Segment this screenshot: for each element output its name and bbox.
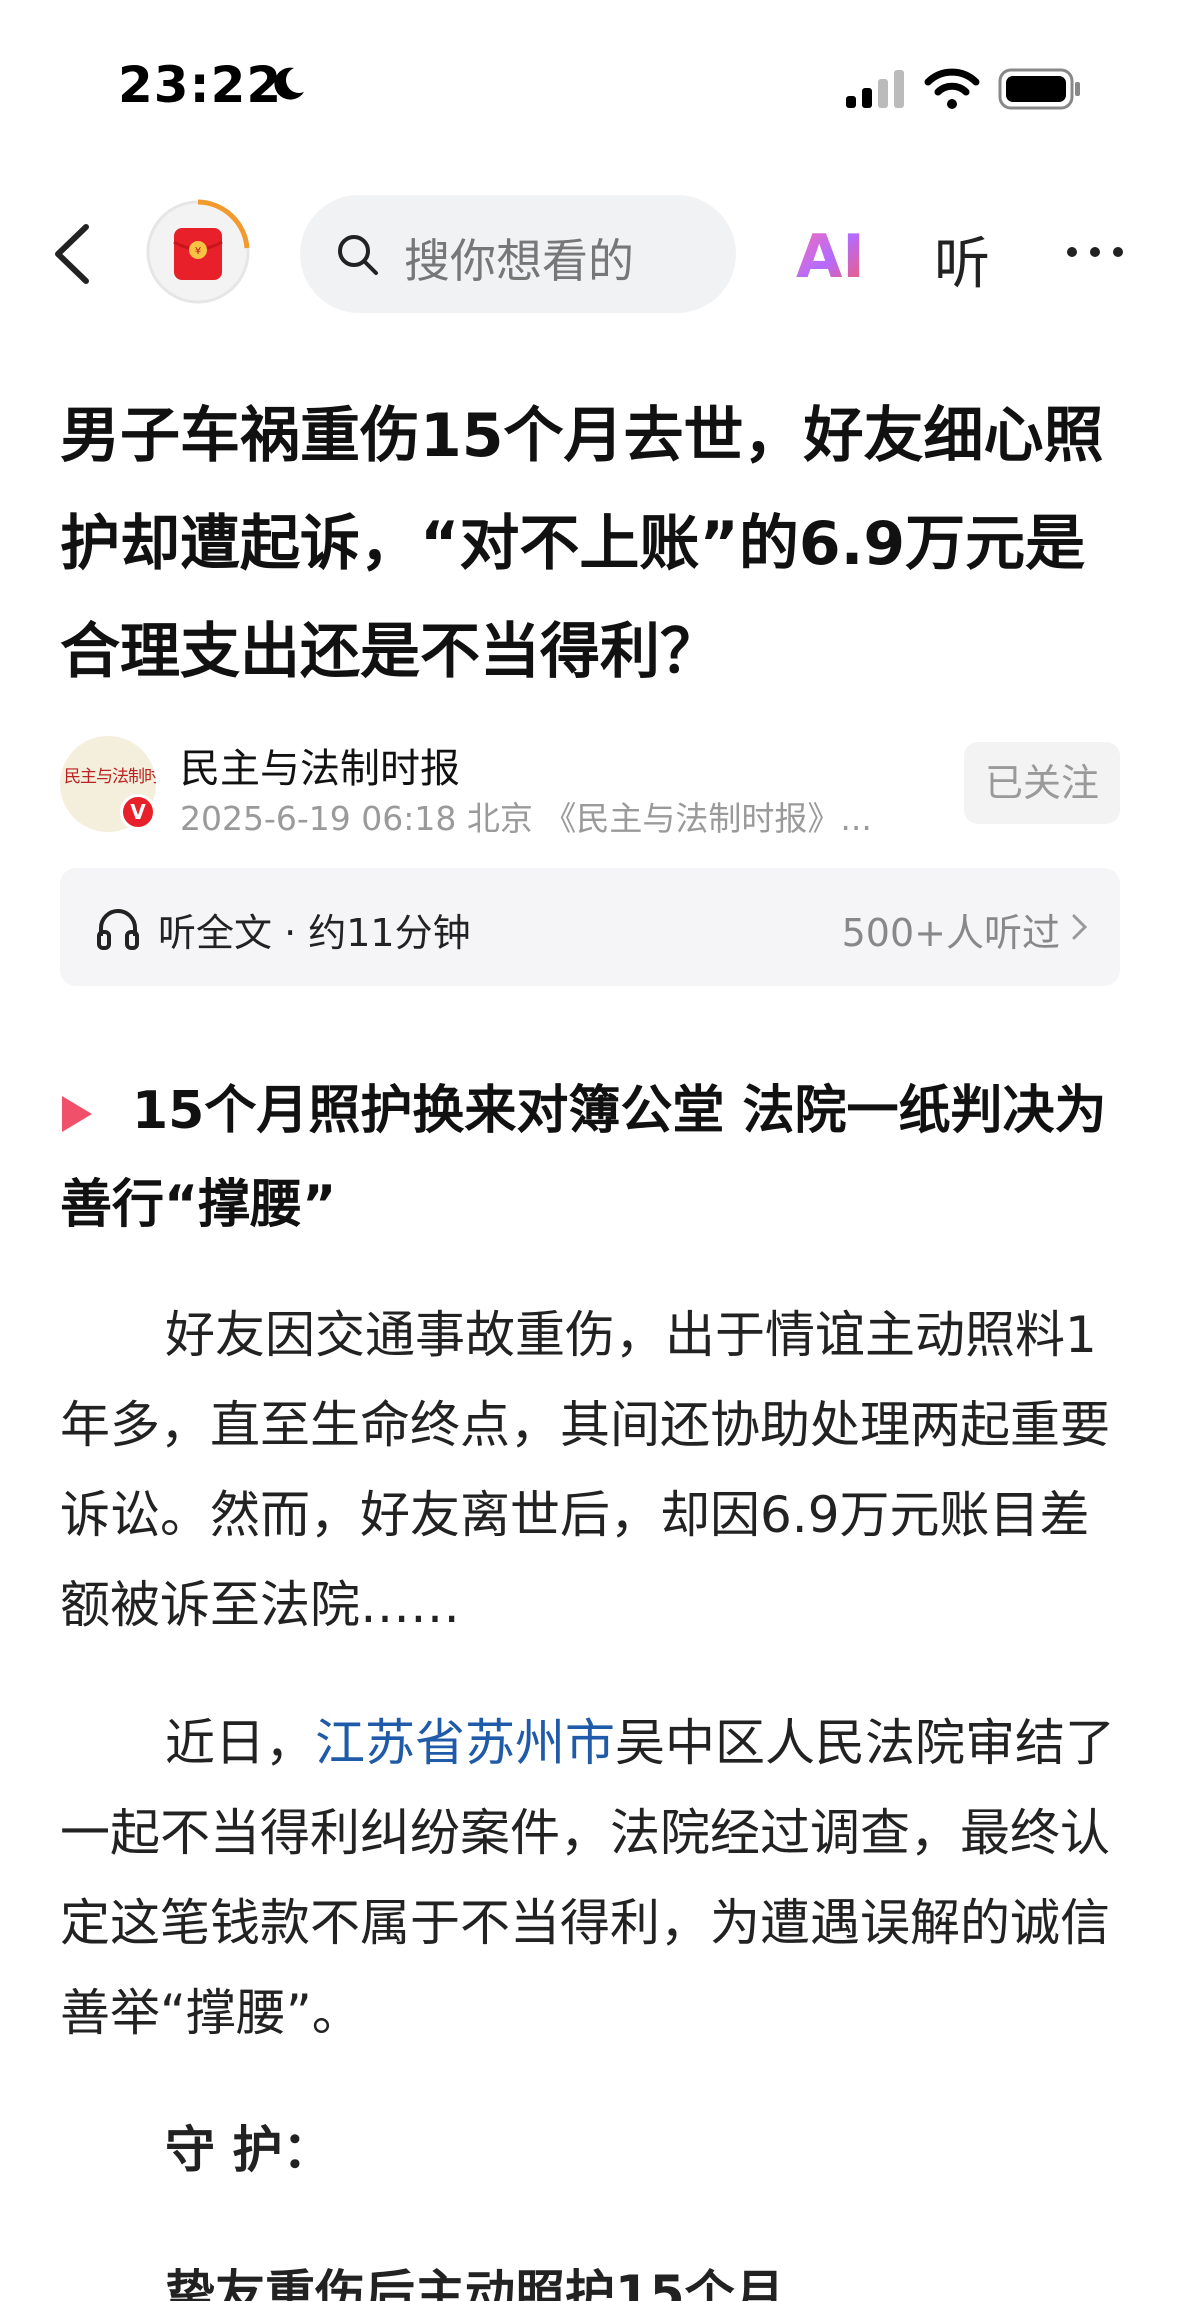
- listen-count: 500+人听过: [841, 911, 1060, 955]
- search-icon: [338, 235, 378, 275]
- follow-button[interactable]: 已关注: [964, 742, 1120, 824]
- author-name[interactable]: 民主与法制时报: [180, 736, 460, 794]
- wifi-icon: [924, 68, 980, 109]
- listen-label: 听全文 · 约11分钟: [158, 911, 471, 955]
- subheading: 挚友重伤后主动照护15个月: [165, 2265, 785, 2301]
- triangle-marker-icon: [62, 1096, 92, 1132]
- headphone-icon: [97, 909, 139, 950]
- back-icon[interactable]: [46, 221, 98, 287]
- top-nav: ¥ 搜你想看的 AI 听: [0, 195, 1179, 315]
- ai-button[interactable]: AI: [796, 223, 866, 287]
- location-link[interactable]: 江苏省苏州市: [315, 1714, 615, 1772]
- svg-text:¥: ¥: [195, 246, 201, 257]
- listen-full-text-bar[interactable]: 听全文 · 约11分钟 500+人听过: [60, 868, 1120, 986]
- listen-button[interactable]: 听: [934, 219, 990, 300]
- section-heading: 15个月照护换来对簿公堂 法院一纸判决为善行“撑腰”: [60, 1064, 1130, 1252]
- search-bar[interactable]: 搜你想看的: [300, 195, 736, 313]
- red-packet-icon[interactable]: ¥: [144, 198, 252, 306]
- article-meta: 2025-6-19 06:18 北京 《民主与法制时报》...: [180, 799, 872, 838]
- battery-icon: [998, 68, 1080, 110]
- status-time: 23:22: [118, 56, 283, 114]
- search-placeholder: 搜你想看的: [404, 234, 634, 288]
- chevron-right-icon: [1072, 914, 1088, 940]
- signal-icon: [846, 70, 904, 108]
- article-paragraph: 近日，江苏省苏州市吴中区人民法院审结了一起不当得利纠纷案件，法院经过调查，最终认…: [60, 1698, 1130, 2058]
- paragraph-text: 近日，: [165, 1714, 315, 1772]
- status-bar: 23:22: [0, 0, 1179, 180]
- article-title: 男子车祸重伤15个月去世，好友细心照护却遭起诉，“对不上账”的6.9万元是合理支…: [60, 401, 1104, 687]
- avatar-logo-text: 民主与法制时报: [64, 767, 156, 787]
- more-icon[interactable]: [1062, 219, 1128, 285]
- section-heading-text: 15个月照护换来对簿公堂 法院一纸判决为善行“撑腰”: [60, 1081, 1107, 1235]
- ai-label: AI: [796, 223, 865, 287]
- verified-badge: V: [120, 794, 156, 830]
- author-row: 民主与法制时报 V 民主与法制时报 2025-6-19 06:18 北京 《民主…: [60, 736, 1120, 838]
- subheading: 守 护：: [165, 2121, 333, 2179]
- moon-icon: [274, 67, 304, 100]
- article-paragraph: 好友因交通事故重伤，出于情谊主动照料1年多，直至生命终点，其间还协助处理两起重要…: [60, 1306, 1110, 1634]
